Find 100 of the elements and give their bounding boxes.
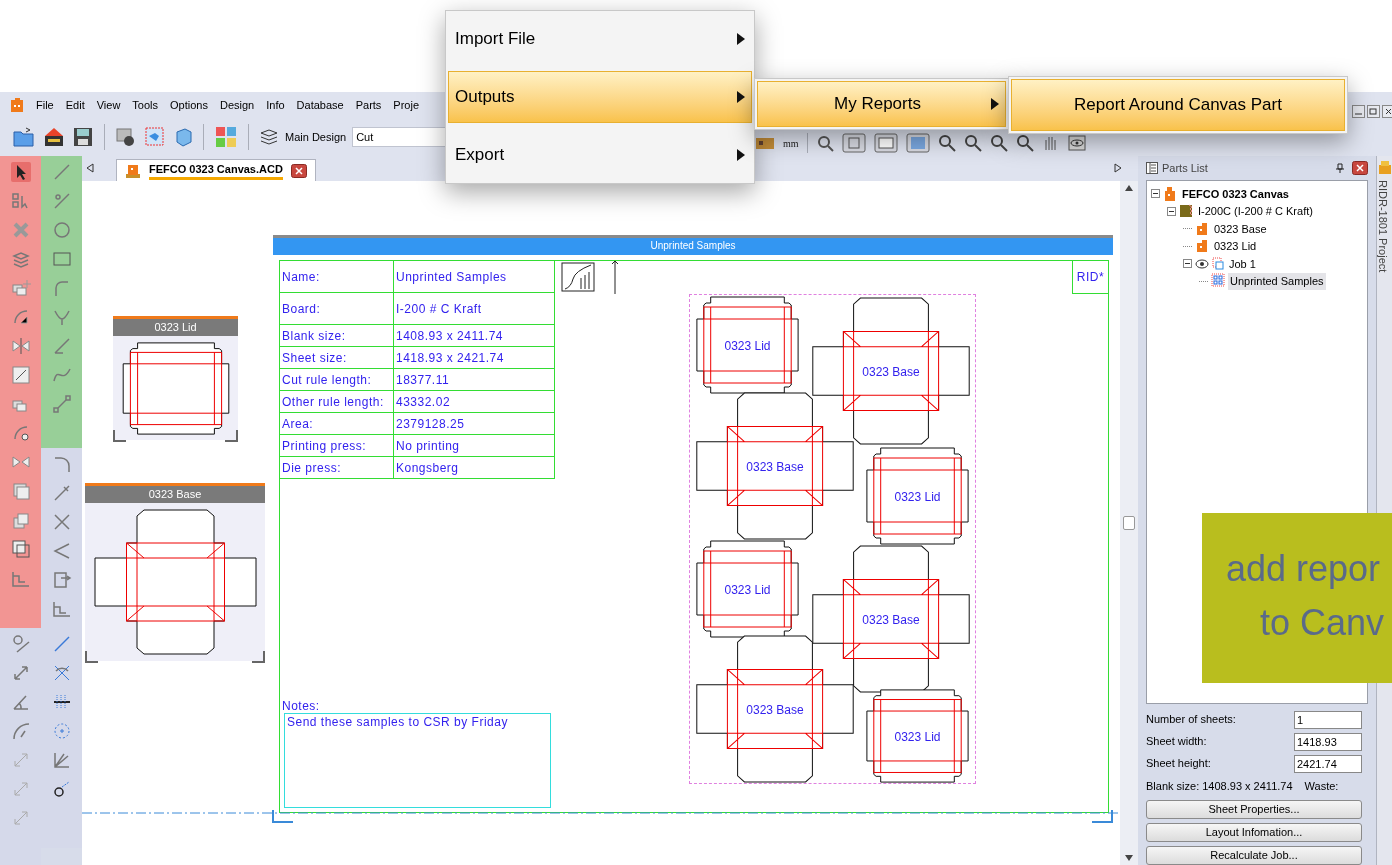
tree-item[interactable]: 0323 Base <box>1212 220 1269 237</box>
menu-item[interactable]: Database <box>296 96 344 114</box>
stack-layers-icon[interactable] <box>10 510 31 530</box>
report-title-bar: Unprinted Samples <box>273 235 1113 255</box>
panel-button[interactable]: Recalculate Job... <box>1146 846 1362 865</box>
minimize-icon[interactable] <box>1352 105 1365 118</box>
panel-button[interactable]: Layout Infomation... <box>1146 823 1362 842</box>
menu-item[interactable]: Edit <box>65 96 85 114</box>
menu-item[interactable]: Tools <box>132 96 159 114</box>
scroll-right-icon[interactable] <box>1114 163 1122 173</box>
stack-icon[interactable] <box>10 481 31 501</box>
zoom-in-icon[interactable] <box>937 134 956 152</box>
rectangle-icon[interactable] <box>51 249 72 269</box>
shape-frame-icon[interactable] <box>143 126 165 148</box>
angle-lines-icon[interactable] <box>51 541 72 561</box>
text-field[interactable]: 1 <box>1294 710 1362 729</box>
menu-item[interactable]: View <box>96 96 121 114</box>
close-icon[interactable] <box>1382 105 1392 118</box>
restore-icon[interactable] <box>1367 105 1380 118</box>
side-tab-label[interactable]: RIDR-1801 Project <box>1374 180 1391 273</box>
scroll-up-icon[interactable] <box>1125 185 1133 191</box>
part-label: 0323 Base <box>861 612 921 629</box>
menu-item[interactable]: Options <box>170 96 208 114</box>
document-tab[interactable]: FEFCO 0323 Canvas.ACD <box>116 159 316 181</box>
tree-item[interactable]: I-200C (I-200 # C Kraft) <box>1196 203 1315 220</box>
part-icon <box>1195 238 1209 255</box>
layers-icon[interactable] <box>259 128 279 146</box>
vertical-scrollbar[interactable] <box>1120 181 1138 865</box>
corner-bracket-icon <box>85 651 265 663</box>
tree-item[interactable]: Unprinted Samples <box>1228 273 1326 290</box>
field-value: 2379128.25 <box>396 415 465 433</box>
field-label: Sheet width: <box>1146 734 1207 750</box>
steps-arrow-icon[interactable] <box>51 599 72 619</box>
corner-bracket-icon <box>113 430 238 442</box>
point-line-icon[interactable] <box>51 394 72 414</box>
scroll-left-icon[interactable] <box>86 163 94 173</box>
field-label: Area: <box>282 415 314 433</box>
pointer-icon[interactable] <box>10 162 31 182</box>
preview-title: 0323 Base <box>85 483 265 503</box>
tree-item[interactable]: 0323 Lid <box>1212 238 1259 255</box>
part-preview-card[interactable]: 0323 Lid <box>113 316 238 440</box>
collapse-toggle-icon[interactable] <box>1151 189 1160 199</box>
part-label: 0323 Base <box>861 364 921 381</box>
text-field[interactable]: 1418.93 <box>1294 732 1362 751</box>
collapse-toggle-icon[interactable] <box>1183 259 1192 269</box>
vertical-arrow-icon <box>610 260 620 296</box>
dashed-circle-icon[interactable] <box>51 721 72 741</box>
panel-button[interactable]: Sheet Properties... <box>1146 800 1362 819</box>
box-move-icon[interactable] <box>51 570 72 590</box>
field-label: Board: <box>282 300 321 318</box>
fan-lines-icon[interactable] <box>51 750 72 770</box>
list-icon <box>1146 162 1158 174</box>
close-icon[interactable] <box>1352 161 1368 175</box>
callout-text: add repor <box>1226 549 1382 589</box>
copy-move-icon[interactable] <box>10 278 31 298</box>
pin-icon[interactable] <box>1336 163 1344 173</box>
tree-item[interactable]: Job 1 <box>1227 255 1258 272</box>
view-list-icon[interactable] <box>841 133 866 153</box>
part-label: 0323 Base <box>745 459 805 476</box>
menu-item[interactable]: Info <box>266 96 285 114</box>
cross-lines-icon[interactable] <box>51 512 72 532</box>
view-window-icon[interactable] <box>873 133 898 153</box>
menu-item[interactable]: My Reports <box>757 81 1006 127</box>
menu-item[interactable]: Parts <box>355 96 382 114</box>
part-label: 0323 Lid <box>893 489 942 506</box>
view-grid-icon[interactable] <box>905 133 930 153</box>
open-folder-icon[interactable] <box>12 126 36 148</box>
close-icon[interactable] <box>290 163 307 178</box>
blank-size-text: Blank size: 1408.93 x 2411.74 <box>1146 778 1293 794</box>
text-field[interactable]: 2421.74 <box>1294 754 1362 773</box>
field-value: 1418.93 x 2421.74 <box>396 349 504 367</box>
zoom-extents-icon[interactable] <box>1015 134 1034 152</box>
field-label: Cut rule length: <box>282 371 372 389</box>
zoom-icon[interactable] <box>815 134 834 152</box>
scroll-thumb[interactable] <box>1123 516 1135 530</box>
field-value: 1408.93 x 2411.74 <box>396 327 504 345</box>
scroll-down-icon[interactable] <box>1125 855 1133 861</box>
menu-item[interactable]: Proje <box>393 96 420 114</box>
menu-item[interactable]: Import File <box>448 13 752 65</box>
select-checklist-icon[interactable] <box>10 191 31 211</box>
house-icon[interactable] <box>42 126 66 148</box>
zoom-out-icon[interactable] <box>989 134 1008 152</box>
circle-icon[interactable] <box>51 220 72 240</box>
mirror-icon[interactable] <box>10 336 31 356</box>
scale-icon[interactable] <box>10 365 31 385</box>
zoom-window-icon[interactable] <box>963 134 982 152</box>
part-preview-card[interactable]: 0323 Base <box>85 483 265 661</box>
color-blocks-icon[interactable] <box>214 125 238 149</box>
group-icon[interactable] <box>10 539 31 559</box>
menu-item[interactable]: File <box>36 96 54 114</box>
collapse-toggle-icon[interactable] <box>1167 206 1176 216</box>
radius-icon[interactable] <box>10 721 31 741</box>
menu-item[interactable]: Outputs <box>448 71 752 123</box>
app-logo-icon <box>10 97 24 113</box>
eye-icon[interactable] <box>1067 135 1086 151</box>
menu-item[interactable]: Report Around Canvas Part <box>1011 79 1345 131</box>
menu-item[interactable]: Design <box>219 96 255 114</box>
save-icon[interactable] <box>72 126 94 148</box>
layers-rotate-icon[interactable] <box>10 249 31 269</box>
tree-item[interactable]: FEFCO 0323 Canvas <box>1180 185 1291 202</box>
